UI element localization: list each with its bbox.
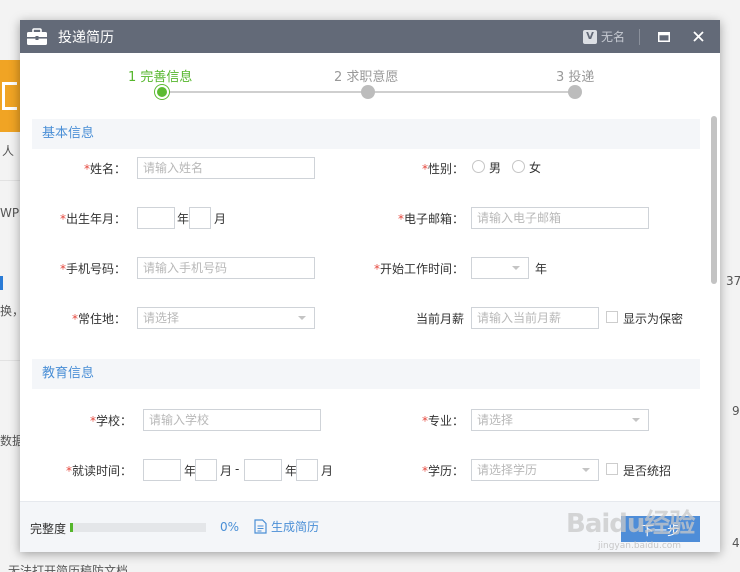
generate-resume-label: 生成简历 — [271, 520, 320, 534]
completeness-percent: 0% — [220, 520, 240, 534]
birth-month-input[interactable] — [189, 207, 211, 229]
study-start-year-input[interactable] — [143, 459, 181, 481]
background-divider — [0, 180, 20, 181]
email-input[interactable]: 请输入电子邮箱 — [471, 207, 649, 229]
study-end-month-input[interactable] — [296, 459, 318, 481]
step-3-label[interactable]: 3 投递 — [556, 66, 594, 85]
birth-year-unit: 年 — [177, 212, 190, 226]
degree-select[interactable]: 请选择学历 — [471, 459, 599, 481]
briefcase-icon — [26, 27, 48, 46]
salary-label: 当前月薪 — [415, 312, 464, 326]
salary-input[interactable]: 请输入当前月薪 — [471, 307, 599, 329]
maximize-button[interactable] — [652, 25, 676, 49]
phone-input[interactable]: 请输入手机号码 — [137, 257, 315, 279]
name-label: *姓名： — [83, 162, 126, 176]
study-time-label: *就读时间： — [65, 464, 132, 478]
study-end-month-unit: 月 — [321, 464, 334, 478]
birth-year-input[interactable] — [137, 207, 175, 229]
residence-select[interactable]: 请选择 — [137, 307, 315, 329]
watermark-url: jingyan.baidu.com — [598, 541, 682, 551]
study-start-month-unit: 月 — [220, 464, 233, 478]
dialog-title: 投递简历 — [58, 29, 114, 46]
major-label: *专业： — [421, 414, 464, 428]
residence-label: *常住地： — [71, 312, 126, 326]
background-accent — [0, 276, 3, 290]
salary-secret-label: 显示为保密 — [623, 312, 684, 326]
gender-female-label: 女 — [529, 161, 542, 175]
major-select[interactable]: 请选择 — [471, 409, 649, 431]
school-label: *学校： — [89, 414, 132, 428]
section-basic-info: 基本信息 — [32, 119, 700, 149]
background-number: 9 — [732, 404, 740, 418]
gender-male-label: 男 — [489, 161, 502, 175]
study-start-month-input[interactable] — [195, 459, 217, 481]
background-text: 人 — [2, 144, 15, 158]
watermark-logo: Baidu经验 — [566, 509, 695, 539]
school-input[interactable]: 请输入学校 — [143, 409, 321, 431]
background-number: 37 — [726, 274, 740, 288]
document-icon — [254, 519, 267, 534]
background-divider — [0, 360, 20, 361]
work-start-label: *开始工作时间： — [373, 262, 464, 276]
phone-label: *手机号码： — [59, 262, 126, 276]
section-education-info: 教育信息 — [32, 359, 700, 389]
background-app-icon — [0, 60, 20, 132]
birth-label: *出生年月： — [59, 212, 126, 226]
step-2-dot — [361, 85, 375, 99]
step-3-dot — [568, 85, 582, 99]
background-text: 无法打开简历稿防文档 — [8, 564, 129, 572]
study-end-year-input[interactable] — [244, 459, 282, 481]
degree-label: *学历： — [421, 464, 464, 478]
resume-form: 基本信息 *姓名： 请输入姓名 *性别： 男 女 *出生年月： 年 月 *电子邮… — [20, 119, 710, 502]
gender-male-radio[interactable] — [472, 160, 485, 173]
completeness-progress — [70, 523, 206, 532]
unified-enrollment-checkbox[interactable] — [606, 463, 618, 475]
maximize-icon — [658, 31, 670, 42]
work-start-year-unit: 年 — [535, 262, 548, 276]
name-input[interactable]: 请输入姓名 — [137, 157, 315, 179]
close-button[interactable] — [686, 25, 710, 49]
vip-badge-icon: V — [582, 29, 597, 44]
completeness-label: 完整度 — [30, 522, 67, 536]
email-label: *电子邮箱： — [397, 212, 464, 226]
title-bar: 投递简历 V 无名 — [20, 20, 720, 53]
step-1-dot — [155, 85, 169, 99]
close-icon — [692, 31, 704, 42]
resume-dialog: 投递简历 V 无名 1 完善信息 2 求职意愿 3 投递 基本信息 *姓名： 请… — [20, 20, 720, 552]
gender-label: *性别： — [421, 162, 464, 176]
step-1-label[interactable]: 1 完善信息 — [128, 66, 192, 85]
salary-secret-checkbox[interactable] — [606, 311, 618, 323]
title-divider — [639, 28, 640, 45]
user-name[interactable]: 无名 — [601, 28, 625, 45]
gender-female-radio[interactable] — [512, 160, 525, 173]
step-2-label[interactable]: 2 求职意愿 — [334, 66, 398, 85]
completeness-progress-fill — [70, 523, 73, 532]
study-time-dash: - — [235, 462, 240, 476]
unified-enrollment-label: 是否统招 — [623, 464, 672, 478]
background-number: 4 — [732, 536, 740, 550]
generate-resume-button[interactable]: 生成简历 — [254, 518, 319, 535]
birth-month-unit: 月 — [214, 212, 227, 226]
work-start-select[interactable] — [471, 257, 529, 279]
vertical-scrollbar[interactable] — [711, 116, 717, 284]
